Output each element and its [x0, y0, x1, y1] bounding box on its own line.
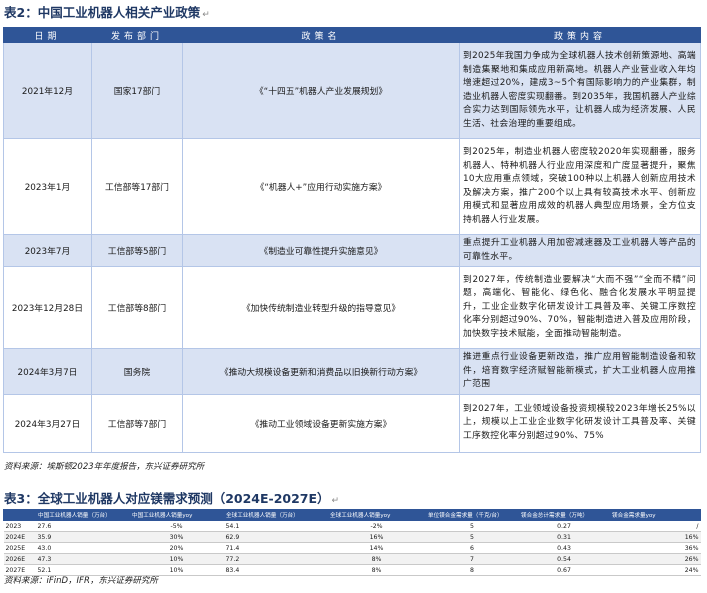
cell-demand-yoy: / — [609, 520, 701, 532]
row-date: 2021年12月 — [3, 42, 92, 139]
row-department: 工信部等5部门 — [91, 234, 183, 267]
cell-total-demand: 0.31 — [518, 531, 610, 543]
cell-total-demand: 0.67 — [518, 564, 610, 576]
header-global-yoy: 全球工业机器人销量yoy — [327, 509, 426, 521]
table-row: 2024E 35.9 30% 62.9 16% 5 0.31 16% — [3, 531, 701, 543]
row-date: 2024年3月27日 — [3, 393, 92, 453]
row-date: 2023年7月 — [3, 234, 92, 267]
row-department: 国家17部门 — [91, 42, 183, 139]
header-policy-name: 政策名 — [182, 27, 460, 43]
cell-unit-demand: 6 — [425, 542, 519, 554]
cell-year: 2026E — [3, 553, 36, 565]
row-policy-content: 推进重点行业设备更新改造，推广应用智能制造设备和软件，培育数字经济赋智能新模式，… — [459, 348, 701, 395]
row-policy-name: 《加快传统制造业转型升级的指导意见》 — [182, 266, 460, 349]
header-policy-content: 政策内容 — [459, 27, 701, 43]
row-policy-content: 到2027年，传统制造业要解决“大而不强”“全而不精”问题，高端化、智能化、绿色… — [459, 266, 701, 349]
row-policy-content: 到2025年，制造业机器人密度较2020年实现翻番，服务机器人、特种机器人行业应… — [459, 138, 701, 235]
cell-unit-demand: 8 — [425, 564, 519, 576]
policy-table-title: 表2：中国工业机器人相关产业政策 ↵ — [4, 5, 210, 20]
cell-global-yoy: 14% — [327, 542, 426, 554]
forecast-table-header: 中国工业机器人销量（万台） 中国工业机器人销量yoy 全球工业机器人销量（万台）… — [3, 509, 701, 521]
cell-total-demand: 0.54 — [518, 553, 610, 565]
cell-demand-yoy: 26% — [609, 553, 701, 565]
table-row: 2025E 43.0 20% 71.4 14% 6 0.43 36% — [3, 542, 701, 554]
cell-china-yoy: 20% — [129, 542, 224, 554]
row-policy-name: 《推动工业领域设备更新实施方案》 — [182, 393, 460, 453]
cell-global-sales: 83.4 — [223, 564, 328, 576]
table-row: 2023 27.6 -5% 54.1 -2% 5 0.27 / — [3, 520, 701, 532]
header-department: 发布部门 — [91, 27, 183, 43]
header-demand-yoy: 镁合金需求量yoy — [609, 509, 701, 521]
cell-global-sales: 54.1 — [223, 520, 328, 532]
header-unit-demand: 单位镁合金需求量（千克/台） — [425, 509, 519, 521]
header-date: 日期 — [3, 27, 92, 43]
cell-unit-demand: 5 — [425, 520, 519, 532]
row-department: 工信部等8部门 — [91, 266, 183, 349]
cell-global-sales: 62.9 — [223, 531, 328, 543]
table-row: 2024年3月7日 国务院 《推动大规模设备更新和消费品以旧换新行动方案》 推进… — [3, 348, 701, 395]
cell-china-yoy: -5% — [129, 520, 224, 532]
cell-global-yoy: 8% — [327, 564, 426, 576]
header-total-demand: 镁合金总计需求量（万吨） — [518, 509, 610, 521]
policy-table-header: 日期 发布部门 政策名 政策内容 — [3, 27, 701, 43]
row-department: 国务院 — [91, 348, 183, 395]
header-china-sales: 中国工业机器人销量（万台） — [35, 509, 130, 521]
row-policy-content: 重点提升工业机器人用加密减速器及工业机器人等产品的可靠性水平。 — [459, 234, 701, 267]
table-row: 2023年7月 工信部等5部门 《制造业可靠性提升实施意见》 重点提升工业机器人… — [3, 234, 701, 267]
cell-global-yoy: 8% — [327, 553, 426, 565]
cell-unit-demand: 5 — [425, 531, 519, 543]
header-china-yoy: 中国工业机器人销量yoy — [129, 509, 224, 521]
cell-demand-yoy: 36% — [609, 542, 701, 554]
cell-global-yoy: -2% — [327, 520, 426, 532]
cell-year: 2023 — [3, 520, 36, 532]
cell-total-demand: 0.27 — [518, 520, 610, 532]
row-date: 2023年1月 — [3, 138, 92, 235]
row-department: 工信部等7部门 — [91, 393, 183, 453]
row-policy-name: 《“十四五”机器人产业发展规划》 — [182, 42, 460, 139]
table-row: 2021年12月 国家17部门 《“十四五”机器人产业发展规划》 到2025年我… — [3, 42, 701, 139]
row-policy-name: 《“机器人+”应用行动实施方案》 — [182, 138, 460, 235]
cell-global-sales: 71.4 — [223, 542, 328, 554]
table-row: 2024年3月27日 工信部等7部门 《推动工业领域设备更新实施方案》 到202… — [3, 393, 701, 453]
row-policy-name: 《推动大规模设备更新和消费品以旧换新行动方案》 — [182, 348, 460, 395]
policy-table: 日期 发布部门 政策名 政策内容 2021年12月 国家17部门 《“十四五”机… — [3, 27, 701, 453]
cell-demand-yoy: 16% — [609, 531, 701, 543]
policy-table-source: 资料来源：埃斯顿2023年年度报告，东兴证券研究所 — [4, 462, 205, 472]
cell-year: 2024E — [3, 531, 36, 543]
row-policy-name: 《制造业可靠性提升实施意见》 — [182, 234, 460, 267]
cell-unit-demand: 7 — [425, 553, 519, 565]
cell-china-sales: 43.0 — [35, 542, 130, 554]
cell-china-sales: 35.9 — [35, 531, 130, 543]
forecast-table-title: 表3：全球工业机器人对应镁需求预测（2024E-2027E） ↵ — [4, 491, 340, 506]
row-policy-content: 到2025年我国力争成为全球机器人技术创新策源地、高端制造集聚地和集成应用新高地… — [459, 42, 701, 139]
forecast-table-source: 资料来源：iFinD，IFR，东兴证券研究所 — [4, 576, 158, 586]
cell-demand-yoy: 24% — [609, 564, 701, 576]
cell-china-yoy: 10% — [129, 553, 224, 565]
row-date: 2024年3月7日 — [3, 348, 92, 395]
header-global-sales: 全球工业机器人销量（万台） — [223, 509, 328, 521]
cell-global-yoy: 16% — [327, 531, 426, 543]
cell-china-yoy: 30% — [129, 531, 224, 543]
table-row: 2023年12月28日 工信部等8部门 《加快传统制造业转型升级的指导意见》 到… — [3, 266, 701, 349]
cell-year: 2025E — [3, 542, 36, 554]
cell-china-sales: 27.6 — [35, 520, 130, 532]
cell-global-sales: 77.2 — [223, 553, 328, 565]
row-department: 工信部等17部门 — [91, 138, 183, 235]
table-row: 2026E 47.3 10% 77.2 8% 7 0.54 26% — [3, 553, 701, 565]
row-date: 2023年12月28日 — [3, 266, 92, 349]
table-row: 2023年1月 工信部等17部门 《“机器人+”应用行动实施方案》 到2025年… — [3, 138, 701, 235]
forecast-table: 中国工业机器人销量（万台） 中国工业机器人销量yoy 全球工业机器人销量（万台）… — [3, 509, 701, 576]
cell-total-demand: 0.43 — [518, 542, 610, 554]
header-year — [3, 509, 36, 521]
cell-china-sales: 47.3 — [35, 553, 130, 565]
row-policy-content: 到2027年，工业领域设备投资规模较2023年增长25%以上，规模以上工业企业数… — [459, 393, 701, 453]
